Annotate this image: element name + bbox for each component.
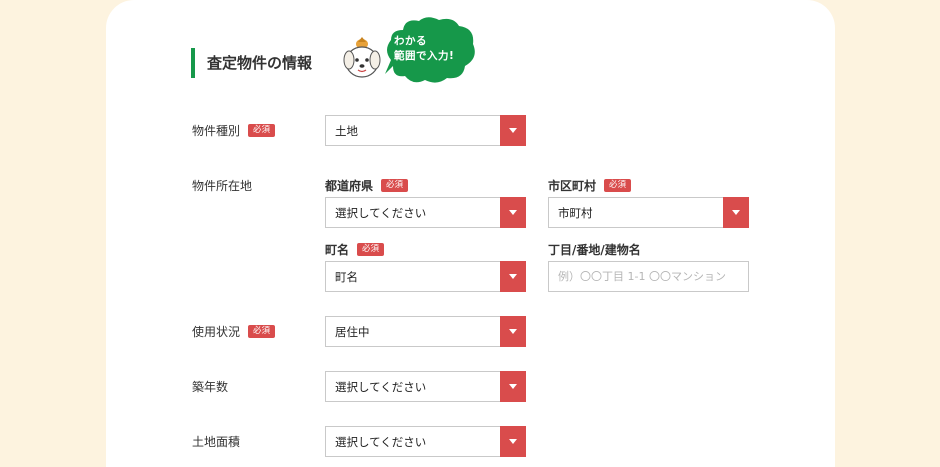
town-value: 町名	[335, 269, 358, 284]
address-label: 丁目/番地/建物名	[548, 241, 641, 257]
address-label-text: 丁目/番地/建物名	[548, 242, 641, 257]
land-area-select[interactable]: 選択してください	[325, 426, 526, 457]
chevron-down-icon[interactable]	[500, 115, 526, 146]
prefecture-label-text: 都道府県	[325, 178, 374, 193]
city-select[interactable]: 市町村	[548, 197, 749, 228]
location-label: 物件所在地	[192, 177, 252, 193]
building-age-label: 築年数	[192, 378, 228, 394]
chevron-down-icon[interactable]	[500, 197, 526, 228]
chevron-down-icon[interactable]	[500, 261, 526, 292]
required-badge: 必須	[357, 242, 385, 256]
town-select[interactable]: 町名	[325, 261, 526, 292]
property-type-select[interactable]: 土地	[325, 115, 526, 146]
city-label-text: 市区町村	[548, 178, 597, 193]
property-type-label: 物件種別 必須	[192, 122, 276, 138]
town-label: 町名 必須	[325, 241, 385, 257]
property-type-label-text: 物件種別	[192, 123, 241, 138]
required-badge: 必須	[248, 123, 276, 137]
chevron-down-icon[interactable]	[500, 371, 526, 402]
land-area-value: 選択してください	[335, 434, 427, 449]
land-area-label: 土地面積	[192, 433, 240, 449]
prefecture-select[interactable]: 選択してください	[325, 197, 526, 228]
usage-select[interactable]: 居住中	[325, 316, 526, 347]
bubble-text: わかる 範囲で入力!	[394, 34, 470, 64]
required-badge: 必須	[381, 178, 409, 192]
property-type-value: 土地	[335, 123, 358, 138]
usage-label-text: 使用状況	[192, 324, 241, 339]
prefecture-value: 選択してください	[335, 205, 427, 220]
town-label-text: 町名	[325, 242, 350, 257]
chevron-down-icon[interactable]	[723, 197, 749, 228]
bubble-line-1: わかる	[394, 35, 427, 47]
chevron-down-icon[interactable]	[500, 316, 526, 347]
land-area-label-text: 土地面積	[192, 434, 241, 449]
building-age-label-text: 築年数	[192, 379, 229, 394]
city-label: 市区町村 必須	[548, 177, 632, 193]
location-label-text: 物件所在地	[192, 178, 253, 193]
usage-value: 居住中	[335, 324, 370, 339]
prefecture-label: 都道府県 必須	[325, 177, 409, 193]
section-title: 査定物件の情報	[191, 48, 312, 78]
city-value: 市町村	[558, 205, 593, 220]
required-badge: 必須	[248, 324, 276, 338]
bubble-line-2: 範囲で入力!	[394, 50, 455, 62]
building-age-select[interactable]: 選択してください	[325, 371, 526, 402]
building-age-value: 選択してください	[335, 379, 427, 394]
address-input[interactable]	[548, 261, 749, 292]
chevron-down-icon[interactable]	[500, 426, 526, 457]
usage-label: 使用状況 必須	[192, 323, 276, 339]
required-badge: 必須	[604, 178, 632, 192]
